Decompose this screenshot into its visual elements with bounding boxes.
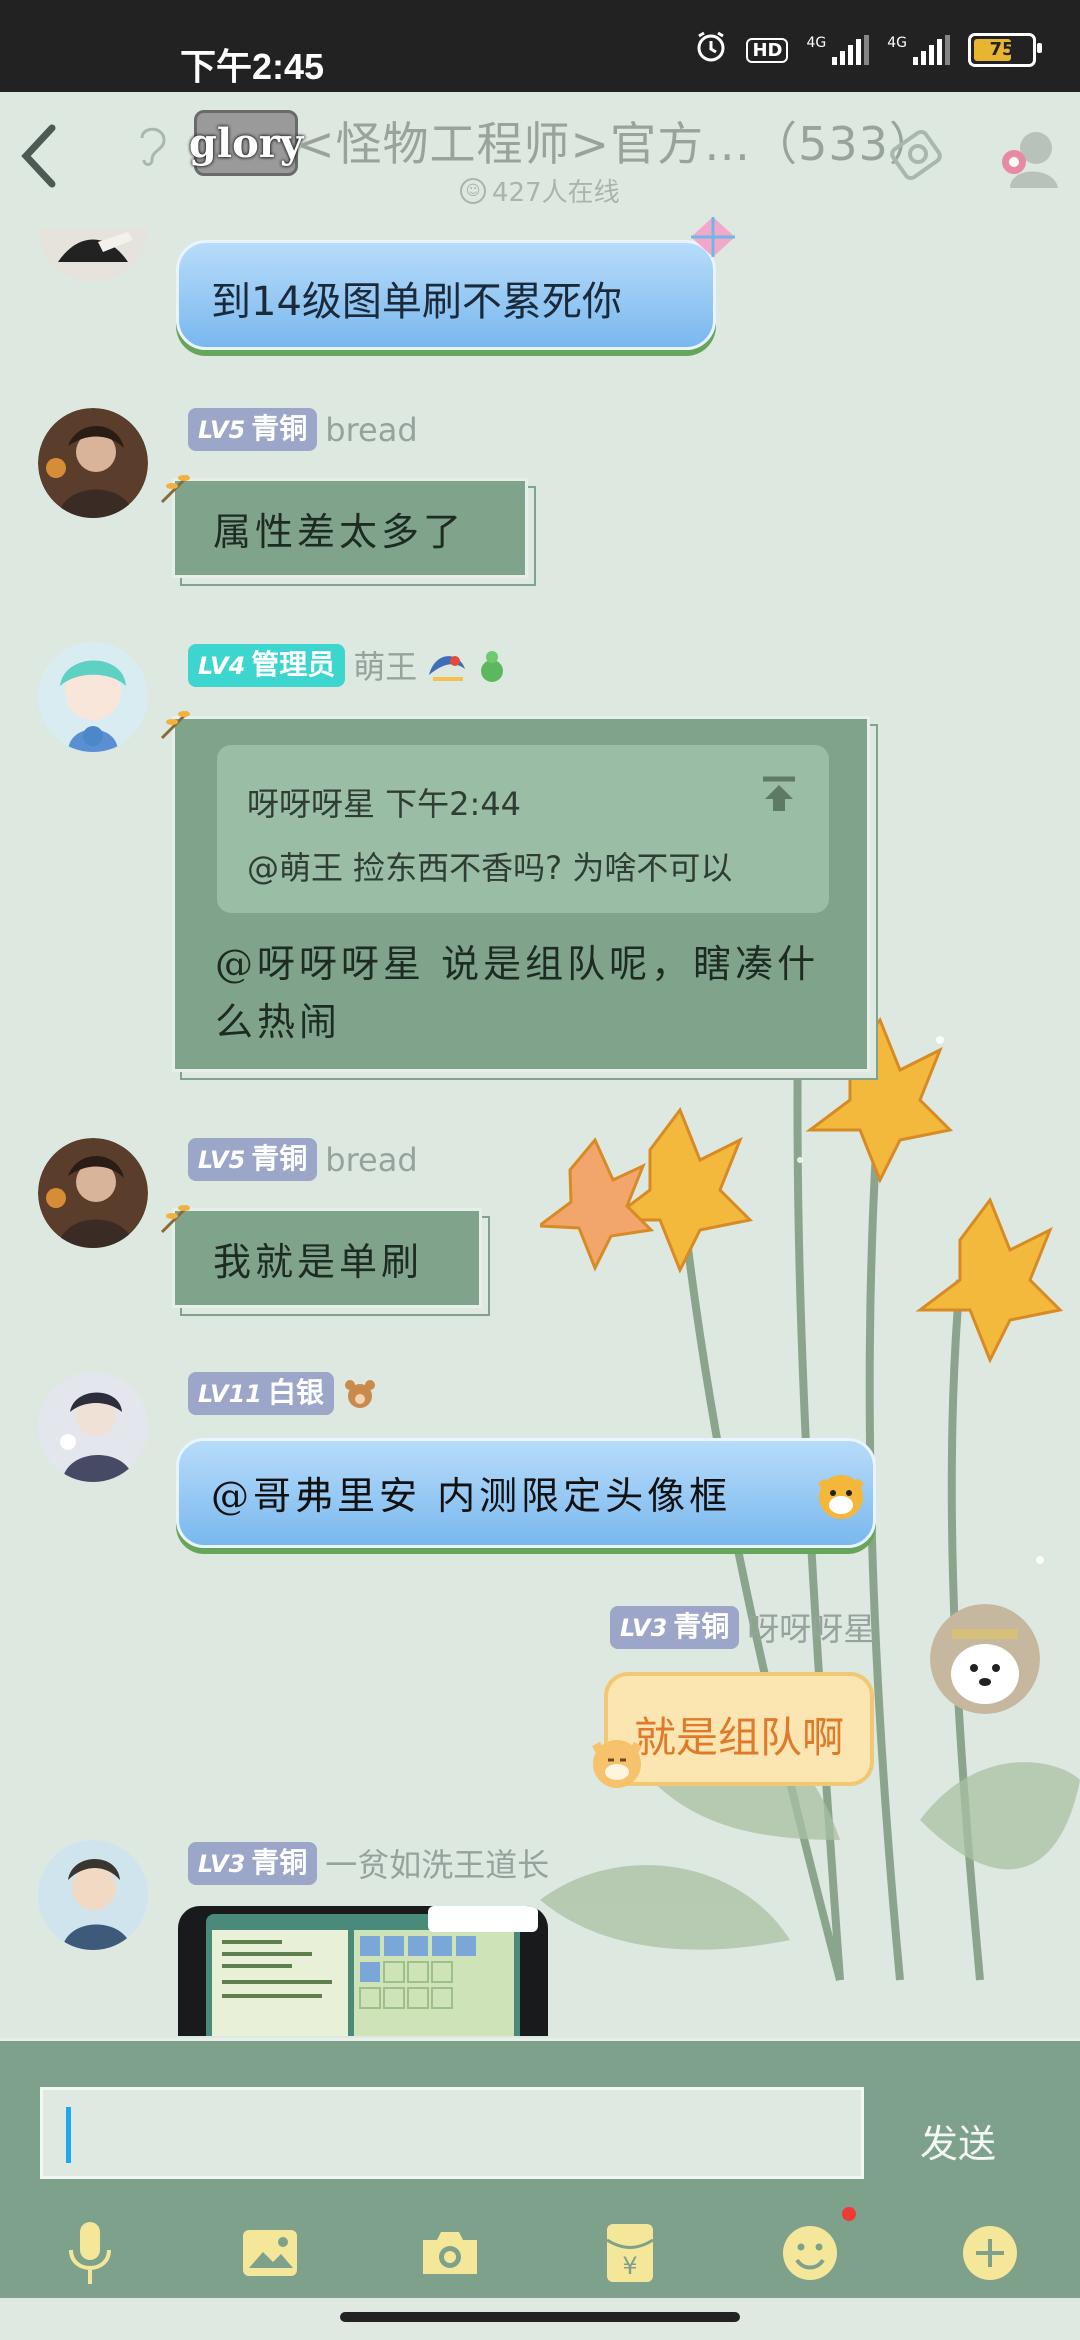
svg-text:¥: ¥ [622,2252,637,2280]
level-badge: LV11 白银 [188,1372,334,1415]
message-input[interactable] [40,2087,864,2179]
smile-icon: ☺ [460,177,486,204]
status-bar: 下午2:45 HD 4G 4G 75 [0,0,1080,92]
notification-dot [842,2207,856,2221]
camera-icon[interactable] [410,2213,490,2293]
chat-header: glory <怪物工程师>官方…（533） ☺ 427人在线 [0,92,1080,222]
level-badge: LV4 管理员 [188,643,346,687]
message-bubble[interactable]: 属性差太多了 [172,478,528,578]
avatar[interactable] [38,1138,148,1248]
microphone-icon[interactable] [50,2213,130,2293]
message-meta: LV3 青铜 一贫如洗王道长 [188,1840,549,1886]
message-meta: LV5 青铜 bread [188,408,418,451]
green-gourd-icon [481,651,504,682]
scroll-to-quote-icon[interactable] [759,773,799,813]
sender-name[interactable]: 一贫如洗王道长 [325,1840,549,1886]
message-text: 属性差太多了 [213,510,466,554]
shiba-sticker-icon [817,1475,865,1519]
battery-icon: 75 [968,33,1042,67]
message-text: @呀呀呀星 说是组队呢，瞎凑什么热闹 [215,942,820,1044]
quoted-message[interactable]: 呀呀呀星 下午2:44 @萌王 捡东西不香吗? 为啥不可以 [217,745,829,913]
image-icon[interactable] [230,2213,310,2293]
twig-decoration-icon [160,1204,190,1234]
level-badge: LV5 青铜 [188,1138,318,1181]
message-bubble[interactable]: 到14级图单刷不累死你 [176,217,735,350]
kite-icon [691,217,735,257]
message-bubble[interactable]: @哥弗里安 内测限定头像框 [176,1438,876,1548]
network-type-label: 4G [806,35,827,51]
hd-icon: HD [746,37,789,63]
online-count-label: 427人在线 [492,178,620,208]
group-logo: glory [189,110,303,176]
cat-sticker-icon [592,1740,642,1788]
bear-badge-icon [344,1379,375,1408]
navigation-bar [0,2298,1080,2340]
network-type-label-2: 4G [887,35,907,51]
send-button[interactable]: 发送 [920,2113,996,2168]
alarm-icon [694,30,728,70]
image-message[interactable] [178,1906,548,2036]
message-composer: 发送 ¥ [0,2038,1080,2301]
signal-icon: 4G [806,35,870,65]
share-icon[interactable] [886,124,946,184]
avatar[interactable] [930,1604,1040,1714]
dragon-badge-icon [429,656,466,681]
quote-text: @萌王 捡东西不香吗? 为啥不可以 [247,849,733,887]
message-bubble[interactable]: 呀呀呀星 下午2:44 @萌王 捡东西不香吗? 为啥不可以 @呀呀呀星 说是组队… [172,716,870,1072]
sender-name[interactable]: 萌王 [353,642,417,688]
twig-decoration-icon [160,710,190,740]
message-input-wrapper [40,2087,864,2179]
group-title[interactable]: <怪物工程师>官方…（533） [296,108,936,174]
avatar[interactable] [38,1840,148,1950]
level-badge: LV3 青铜 [610,1605,740,1649]
text-caret [66,2107,71,2163]
level-badge: LV5 青铜 [188,408,318,451]
level-badge: LV3 青铜 [188,1841,318,1885]
message-text: 就是组队啊 [634,1713,845,1762]
online-count: ☺ 427人在线 [460,172,620,209]
avatar[interactable] [38,1372,148,1482]
avatar[interactable] [38,408,148,518]
plus-icon[interactable] [950,2213,1030,2293]
sender-name[interactable]: 呀呀呀星 [747,1604,875,1650]
sender-name[interactable]: bread [325,1141,417,1179]
twig-decoration-icon [160,474,190,504]
red-packet-icon[interactable]: ¥ [590,2213,670,2293]
message-text: 到14级图单刷不累死你 [211,279,622,325]
message-text: 我就是单刷 [213,1240,424,1284]
home-indicator[interactable] [340,2312,740,2322]
avatar[interactable] [38,642,148,752]
message-bubble[interactable]: 我就是单刷 [172,1208,482,1308]
sender-name[interactable]: bread [325,411,417,449]
emoji-icon[interactable] [770,2213,850,2293]
status-icons: HD 4G 4G 75 [694,30,1042,70]
group-members-icon[interactable] [994,122,1064,190]
status-time: 下午2:45 [180,46,325,87]
back-button[interactable] [14,116,74,196]
message-meta: LV4 管理员 萌王 [188,642,507,688]
battery-level: 75 [989,39,1015,60]
signal-icon-2: 4G [887,35,950,65]
message-text: @哥弗里安 内测限定头像框 [211,1474,732,1518]
ear-icon[interactable] [134,122,170,176]
quote-author: 呀呀呀星 下午2:44 [247,785,522,823]
message-meta: LV3 青铜 呀呀呀星 [610,1604,875,1650]
message-meta: LV5 青铜 bread [188,1138,418,1181]
message-meta: LV11 白银 [188,1372,378,1415]
